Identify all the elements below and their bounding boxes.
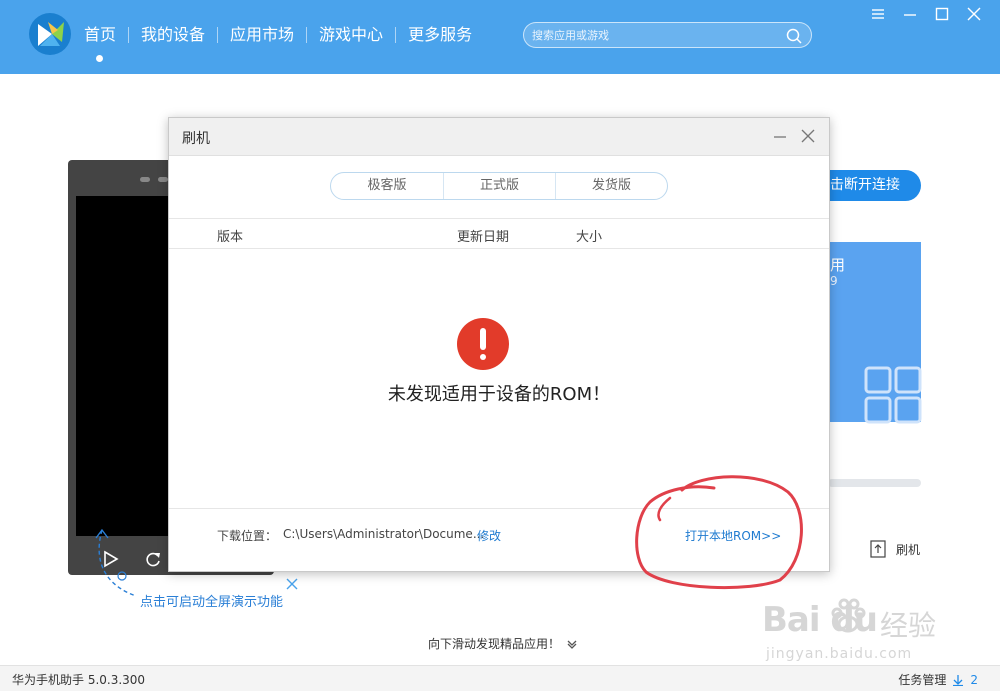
tab-official[interactable]: 正式版 — [443, 173, 555, 199]
watermark-url: jingyan.baidu.com — [766, 646, 913, 662]
grid-icon — [864, 366, 922, 424]
phone-sensor — [158, 177, 168, 182]
error-icon-bar — [480, 328, 486, 350]
column-update-date[interactable]: 更新日期 — [457, 226, 509, 245]
flash-dialog: 刷机 极客版 正式版 发货版 版本 更新日期 大小 未发现适用于设备的ROM！ … — [168, 117, 830, 572]
dialog-footer: 下载位置： C:\Users\Administrator\Docume... 修… — [169, 508, 829, 572]
tab-geek[interactable]: 极客版 — [331, 173, 443, 199]
storage-progress-bar — [828, 479, 921, 487]
error-icon — [457, 318, 509, 370]
download-icon — [953, 674, 964, 686]
column-size[interactable]: 大小 — [576, 226, 602, 245]
scroll-hint[interactable]: 向下滑动发现精品应用！ — [428, 635, 578, 652]
main-nav: 首页 我的设备 应用市场 游戏中心 更多服务 — [84, 24, 484, 62]
search-input[interactable] — [532, 26, 782, 44]
rom-channel-tabs: 极客版 正式版 发货版 — [330, 172, 668, 200]
chevron-down-icon — [567, 640, 577, 649]
baidu-watermark: Bai du 经验 jingyan.baidu.com — [740, 592, 980, 668]
error-icon-dot — [480, 354, 486, 360]
nav-game-center-label: 游戏中心 — [319, 25, 384, 44]
close-icon[interactable] — [964, 6, 984, 22]
nav-my-devices-label: 我的设备 — [141, 25, 206, 44]
column-version[interactable]: 版本 — [217, 226, 243, 245]
feature-card-title: 用 — [830, 256, 846, 274]
phone-sensor — [140, 177, 150, 182]
active-nav-indicator — [96, 55, 103, 62]
dialog-close-icon[interactable] — [799, 126, 817, 146]
feature-card[interactable]: 用 9 — [820, 242, 922, 424]
search-icon[interactable] — [785, 27, 803, 45]
menu-icon[interactable] — [868, 6, 888, 22]
demo-hint-close-icon[interactable] — [286, 578, 298, 590]
error-message: 未发现适用于设备的ROM！ — [387, 384, 611, 405]
download-location-label: 下载位置： — [217, 529, 278, 543]
search-box — [523, 22, 812, 48]
maximize-icon[interactable] — [932, 6, 952, 22]
dialog-minimize-icon[interactable] — [771, 126, 789, 146]
flash-entry-label: 刷机 — [896, 542, 921, 557]
nav-app-market-label: 应用市场 — [230, 25, 295, 44]
open-local-rom-link[interactable]: 打开本地ROM>> — [685, 527, 781, 544]
header: 首页 我的设备 应用市场 游戏中心 更多服务 — [0, 0, 1000, 74]
nav-home[interactable]: 首页 — [84, 24, 128, 62]
rom-list-header: 版本 更新日期 大小 — [169, 218, 829, 249]
nav-home-label: 首页 — [84, 25, 117, 44]
task-manager-label: 任务管理 — [898, 673, 947, 687]
task-count-badge: 2 — [970, 672, 978, 687]
nav-game-center[interactable]: 游戏中心 — [307, 24, 395, 46]
nav-more-services-label: 更多服务 — [408, 25, 473, 44]
upload-icon — [870, 540, 886, 558]
feature-card-subtitle: 9 — [830, 274, 838, 288]
app-version: 华为手机助手 5.0.3.300 — [12, 673, 146, 687]
nav-my-devices[interactable]: 我的设备 — [129, 24, 217, 46]
watermark-cn: 经验 — [880, 609, 937, 642]
dialog-title: 刷机 — [182, 131, 210, 147]
window-controls — [868, 6, 984, 22]
nav-app-market[interactable]: 应用市场 — [218, 24, 306, 46]
app-logo-icon — [29, 13, 71, 55]
modify-path-link[interactable]: 修改 — [477, 527, 501, 544]
watermark-brand: Bai du — [762, 600, 878, 640]
status-bar: 华为手机助手 5.0.3.300 任务管理 2 — [0, 665, 1000, 691]
demo-hint-text: 点击可启动全屏演示功能 — [140, 595, 284, 610]
task-manager-button[interactable]: 任务管理 2 — [898, 671, 978, 688]
tab-shipping[interactable]: 发货版 — [555, 173, 667, 199]
minimize-icon[interactable] — [900, 6, 920, 22]
nav-more-services[interactable]: 更多服务 — [396, 24, 484, 46]
scroll-hint-text: 向下滑动发现精品应用！ — [428, 637, 561, 651]
flash-entry[interactable]: 刷机 — [870, 540, 920, 558]
download-path: C:\Users\Administrator\Docume... — [283, 527, 485, 541]
dialog-title-bar: 刷机 — [169, 118, 829, 156]
